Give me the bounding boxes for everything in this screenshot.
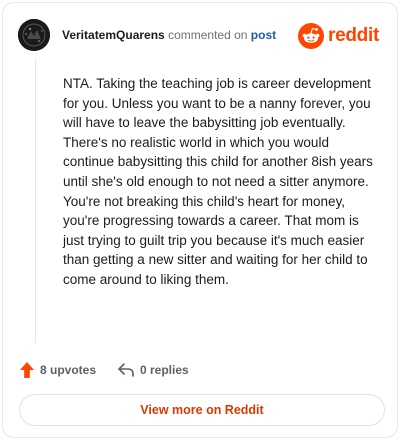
avatar[interactable] bbox=[18, 19, 50, 51]
action-text: commented on bbox=[168, 28, 248, 42]
comment-body: NTA. Taking the teaching job is career d… bbox=[63, 76, 373, 287]
upvotes-count: 8 upvotes bbox=[40, 363, 97, 377]
reddit-snoo-icon bbox=[298, 23, 325, 49]
reply-arrow-icon bbox=[118, 363, 134, 377]
replies-count: 0 replies bbox=[140, 363, 189, 377]
upvotes-stat[interactable]: 8 upvotes bbox=[19, 359, 96, 381]
reddit-wordmark: reddit bbox=[328, 25, 379, 46]
comment-footer: 8 upvotes 0 replies bbox=[19, 359, 379, 381]
thread-line bbox=[35, 59, 36, 343]
avatar-image bbox=[18, 19, 50, 51]
username-link[interactable]: VeritatemQuarens bbox=[62, 28, 165, 42]
post-link[interactable]: post bbox=[251, 28, 276, 42]
reddit-logo[interactable]: reddit bbox=[298, 23, 379, 49]
upvote-arrow-icon bbox=[20, 362, 34, 378]
view-more-button[interactable]: View more on Reddit bbox=[19, 394, 385, 426]
comment-header: VeritatemQuarens commented on post reddi… bbox=[18, 19, 381, 51]
replies-stat[interactable]: 0 replies bbox=[117, 359, 189, 381]
comment-meta: VeritatemQuarens commented on post bbox=[62, 27, 276, 43]
embedded-comment-card: VeritatemQuarens commented on post reddi… bbox=[2, 2, 398, 438]
